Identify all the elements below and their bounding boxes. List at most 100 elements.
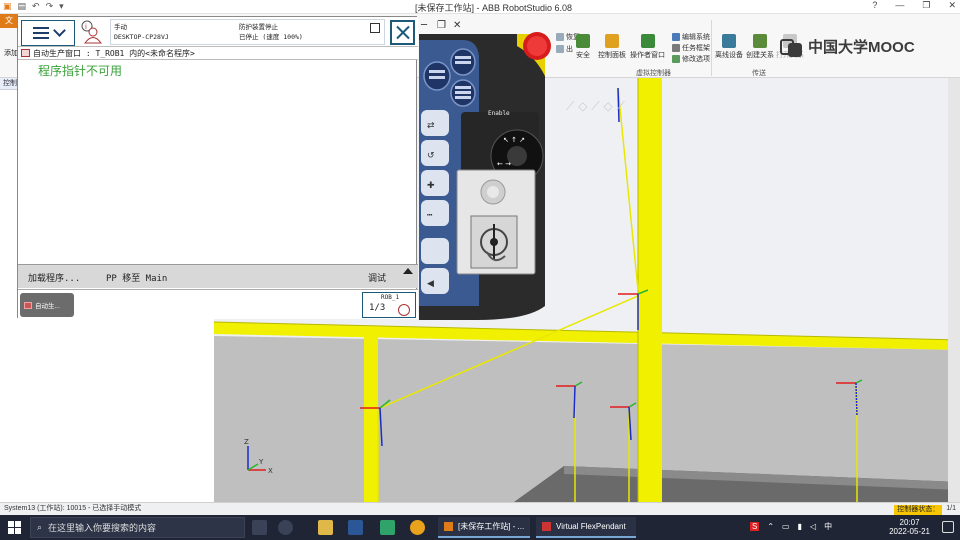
flexpendant-screen: i 手动 DESKTOP-CP28VJ 防护装置停止 已停止 (速度 100%)… bbox=[17, 16, 418, 319]
notification-icon[interactable] bbox=[942, 521, 954, 533]
robotstudio-icon bbox=[444, 522, 453, 531]
clock-time: 20:07 bbox=[899, 518, 920, 527]
control-panel-icon bbox=[605, 34, 619, 48]
save-icon[interactable]: ▤ bbox=[18, 1, 27, 12]
svg-text:i: i bbox=[85, 23, 87, 31]
flexpendant-icon bbox=[542, 522, 551, 531]
svg-text:┅: ┅ bbox=[427, 211, 433, 221]
pillar-left bbox=[364, 330, 378, 502]
fp-taskbar: 自动生... ROB_1 1/3 bbox=[18, 289, 418, 319]
hamburger-icon bbox=[32, 27, 49, 39]
help-button[interactable]: ? bbox=[872, 0, 877, 11]
close-button[interactable]: ✕ bbox=[948, 0, 956, 11]
svg-text:─: ─ bbox=[420, 20, 428, 31]
svg-text:❐: ❐ bbox=[437, 20, 446, 31]
quickset-icon[interactable] bbox=[370, 23, 380, 33]
fp-main-menu-button[interactable] bbox=[21, 20, 75, 46]
svg-text:✚: ✚ bbox=[427, 181, 435, 191]
modify-options-button[interactable]: 修改选项 bbox=[672, 54, 710, 64]
status-bar: System13 (工作站): 10015 - 已选择手动模式 控制器状态： 1… bbox=[0, 502, 960, 515]
fp-system-name: DESKTOP-CP28VJ bbox=[114, 33, 169, 41]
operator-window-button[interactable]: 操作者窗口 bbox=[630, 34, 665, 60]
sogou-icon[interactable]: S bbox=[750, 522, 760, 531]
production-window-icon bbox=[21, 49, 30, 57]
taskbar-app-flexpendant[interactable]: Virtual FlexPendant bbox=[536, 517, 636, 538]
task-frame-button[interactable]: 任务框架 bbox=[672, 43, 710, 53]
safety-button[interactable]: 安全 bbox=[576, 34, 590, 60]
maximize-button[interactable]: ❐ bbox=[922, 0, 930, 11]
viewport-scrollbar[interactable] bbox=[948, 78, 960, 502]
file-explorer-icon[interactable] bbox=[318, 520, 333, 535]
io-icon bbox=[556, 45, 564, 53]
expand-icon[interactable] bbox=[403, 268, 413, 274]
debug-button[interactable]: 调试 bbox=[368, 271, 386, 284]
windows-taskbar: ⌕ 在这里输入你要搜索的内容 [未保存工作站] - ... Virtual Fl… bbox=[0, 515, 960, 540]
clock-date: 2022-05-21 bbox=[889, 527, 930, 536]
svg-text:← →: ← → bbox=[497, 160, 511, 168]
fp-header: i 手动 DESKTOP-CP28VJ 防护装置停止 已停止 (速度 100%) bbox=[18, 17, 418, 47]
mooc-watermark: 中国大学MOOC bbox=[780, 36, 915, 57]
title-bar: ▣ ▤ ↶ ↷ ▾ [未保存工作站] - ABB RobotStudio 6.0… bbox=[0, 0, 960, 14]
chevron-down-icon bbox=[52, 24, 66, 37]
fp-mode: 手动 bbox=[114, 23, 127, 31]
minimize-button[interactable]: — bbox=[895, 0, 904, 11]
create-relation-button[interactable]: 创建关系 bbox=[746, 34, 774, 60]
media-player-icon[interactable] bbox=[380, 520, 395, 535]
file-tab[interactable]: 文 bbox=[0, 14, 18, 28]
svg-text:✕: ✕ bbox=[453, 20, 461, 31]
stop-mode-icon bbox=[398, 304, 410, 316]
taskbar-search[interactable]: ⌕ 在这里输入你要搜索的内容 bbox=[30, 517, 245, 538]
zoom-icon[interactable] bbox=[278, 520, 293, 535]
chrome-icon[interactable] bbox=[410, 520, 425, 535]
tray-expand-icon[interactable]: ⌃ bbox=[767, 522, 774, 531]
status-message: System13 (工作站): 10015 - 已选择手动模式 bbox=[4, 505, 142, 512]
svg-text:↖ ↑ ↗: ↖ ↑ ↗ bbox=[503, 136, 525, 144]
fp-command-bar: 加载程序... PP 移至 Main 调试 bbox=[18, 264, 418, 288]
ime-indicator[interactable]: 中 bbox=[824, 521, 832, 532]
word-icon[interactable] bbox=[348, 520, 363, 535]
customize-icon[interactable]: ▾ bbox=[59, 1, 64, 12]
svg-text:↺: ↺ bbox=[427, 151, 435, 161]
controller-status-value: 1/1 bbox=[946, 505, 956, 512]
axis-y-label: Y bbox=[258, 458, 264, 466]
enable-label: Enable bbox=[488, 110, 510, 117]
shield-icon bbox=[576, 34, 590, 48]
flexpendant-hardware: ─ ❐ ✕ ⇄ ↺ ✚ ┅ ◀ ↖ ↑ ↗ ← → bbox=[417, 16, 557, 320]
fp-task-production-window[interactable]: 自动生... bbox=[20, 293, 74, 317]
fp-quickset-robot[interactable]: ROB_1 1/3 bbox=[362, 292, 416, 318]
offline-device-icon bbox=[722, 34, 736, 48]
offline-device-button[interactable]: 离线设备 bbox=[715, 34, 743, 60]
window-title: [未保存工作站] - ABB RobotStudio 6.08 bbox=[415, 3, 573, 13]
undo-icon[interactable]: ↶ bbox=[32, 1, 40, 12]
ribbon-add-button[interactable]: 添加 bbox=[4, 48, 18, 58]
control-panel-button[interactable]: 控制面板 bbox=[598, 34, 626, 60]
io-button[interactable]: 出 bbox=[556, 44, 573, 54]
pp-to-main-button[interactable]: PP 移至 Main bbox=[106, 271, 167, 284]
fp-message: 程序指针不可用 bbox=[38, 64, 123, 78]
taskbar-app-robotstudio[interactable]: [未保存工作站] - ... bbox=[438, 517, 530, 538]
modify-options-icon bbox=[672, 55, 680, 63]
fp-run-state: 已停止 (速度 100%) bbox=[239, 33, 303, 41]
edit-system-icon bbox=[672, 33, 680, 41]
operator-window-icon bbox=[640, 34, 655, 48]
user-icon[interactable]: i bbox=[80, 20, 102, 44]
robot-name: ROB_1 bbox=[381, 294, 400, 301]
pillar-main bbox=[638, 78, 662, 502]
svg-text:⟋ ◇ ⟋ ◇ ⟋: ⟋ ◇ ⟋ ◇ ⟋ bbox=[566, 99, 626, 113]
controller-status[interactable]: 控制器状态： 1/1 bbox=[894, 503, 956, 515]
volume-icon[interactable]: ◁ bbox=[810, 522, 816, 531]
load-program-button[interactable]: 加载程序... bbox=[28, 271, 80, 284]
fp-safety-state: 防护装置停止 bbox=[239, 23, 278, 31]
group-virtual-controller: 虚拟控制器 bbox=[636, 70, 671, 77]
network-icon[interactable]: ▭ bbox=[782, 522, 790, 531]
task-view-icon[interactable] bbox=[252, 520, 267, 535]
fp-close-button[interactable] bbox=[390, 20, 415, 45]
controller-status-label: 控制器状态： bbox=[894, 504, 943, 515]
edit-system-button[interactable]: 编辑系统 bbox=[672, 32, 710, 42]
robot-unit-fraction: 1/3 bbox=[369, 303, 386, 313]
clock[interactable]: 20:07 2022-05-21 bbox=[889, 518, 930, 536]
redo-icon[interactable]: ↷ bbox=[46, 1, 54, 12]
search-placeholder: 在这里输入你要搜索的内容 bbox=[48, 523, 157, 533]
battery-icon[interactable]: ▮ bbox=[798, 522, 802, 531]
start-button[interactable] bbox=[8, 521, 21, 534]
